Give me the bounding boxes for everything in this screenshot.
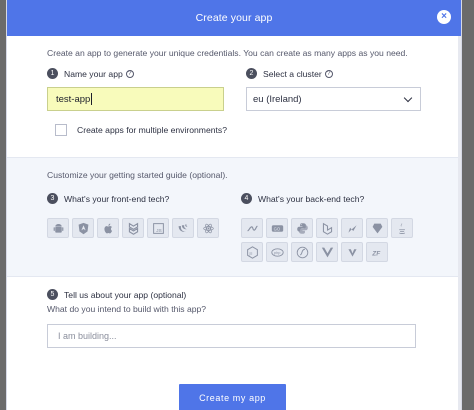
about-input[interactable]: I am building... <box>47 324 416 348</box>
step-number: 2 <box>246 68 257 79</box>
cluster-field-label: 2 Select a cluster ? <box>246 68 421 79</box>
zend-icon[interactable]: ZF <box>366 242 388 262</box>
scrollbar-track[interactable] <box>458 36 461 410</box>
intro-text: Create an app to generate your unique cr… <box>47 48 408 58</box>
svg-text:js: js <box>248 250 252 255</box>
angular-icon[interactable] <box>72 218 94 238</box>
svg-text:GO: GO <box>273 226 280 231</box>
multi-env-row: Create apps for multiple environments? <box>55 124 227 136</box>
jquery-icon[interactable] <box>172 218 194 238</box>
step-number: 1 <box>47 68 58 79</box>
guide-section: Customize your getting started guide (op… <box>7 157 461 277</box>
svg-text:ZF: ZF <box>371 250 381 257</box>
modal-header: Create your app × <box>7 0 461 36</box>
about-label: 5 Tell us about your app (optional) <box>47 289 421 300</box>
multi-env-label: Create apps for multiple environments? <box>77 125 227 135</box>
vue-icon[interactable] <box>316 242 338 262</box>
app-name-input[interactable]: test-app <box>47 87 224 111</box>
backend-tech-group: 4 What's your back-end tech? GO js php Z… <box>241 193 417 262</box>
backbone-icon[interactable] <box>122 218 144 238</box>
android-icon[interactable] <box>47 218 69 238</box>
php-icon[interactable]: php <box>266 242 288 262</box>
django-icon[interactable] <box>341 218 363 238</box>
about-label-text: Tell us about your app (optional) <box>64 289 187 300</box>
help-icon[interactable]: ? <box>125 69 134 78</box>
create-app-modal: Create your app × Create an app to gener… <box>6 0 462 410</box>
laravel-icon[interactable] <box>316 218 338 238</box>
name-label-text: Name your app <box>64 68 123 79</box>
javascript-icon[interactable]: JS <box>147 218 169 238</box>
rails-icon[interactable] <box>341 242 363 262</box>
about-section: 5 Tell us about your app (optional) What… <box>47 289 421 348</box>
backend-label-text: What's your back-end tech? <box>258 193 365 204</box>
modal-footer: Create my app <box>7 374 461 410</box>
svg-text:php: php <box>273 249 280 254</box>
name-cluster-row: 1 Name your app ? test-app 2 Select a cl… <box>47 68 421 111</box>
react-icon[interactable] <box>197 218 219 238</box>
cluster-label-text: Select a cluster <box>263 68 322 79</box>
dotnet-icon[interactable] <box>241 218 263 238</box>
guide-title: Customize your getting started guide (op… <box>47 170 228 180</box>
cluster-select[interactable]: eu (Ireland) <box>246 87 421 111</box>
create-app-button[interactable]: Create my app <box>179 384 286 410</box>
frontend-icons: JS <box>47 218 219 238</box>
symfony-icon[interactable] <box>291 242 313 262</box>
step-number: 3 <box>47 193 58 204</box>
chevron-down-icon <box>403 93 413 102</box>
frontend-tech-group: 3 What's your front-end tech? JS <box>47 193 219 238</box>
multi-env-checkbox[interactable] <box>55 124 67 136</box>
step-number: 4 <box>241 193 252 204</box>
about-subtitle: What do you intend to build with this ap… <box>47 304 207 314</box>
cluster-selected-value: eu (Ireland) <box>253 93 302 105</box>
java-icon[interactable] <box>391 218 413 238</box>
name-field-group: 1 Name your app ? test-app <box>47 68 224 111</box>
about-placeholder: I am building... <box>58 331 117 341</box>
frontend-label: 3 What's your front-end tech? <box>47 193 219 204</box>
close-icon[interactable]: × <box>437 10 451 24</box>
ruby-icon[interactable] <box>366 218 388 238</box>
help-icon[interactable]: ? <box>324 69 333 78</box>
apple-icon[interactable] <box>97 218 119 238</box>
svg-text:JS: JS <box>156 227 162 233</box>
text-caret <box>91 93 93 105</box>
modal-title: Create your app <box>195 12 273 24</box>
python-icon[interactable] <box>291 218 313 238</box>
name-field-label: 1 Name your app ? <box>47 68 222 79</box>
nodejs-icon[interactable]: js <box>241 242 263 262</box>
backend-label: 4 What's your back-end tech? <box>241 193 417 204</box>
cluster-field-group: 2 Select a cluster ? eu (Ireland) <box>246 68 421 111</box>
app-name-value: test-app <box>56 93 91 105</box>
go-icon[interactable]: GO <box>266 218 288 238</box>
step-number: 5 <box>47 289 58 300</box>
frontend-label-text: What's your front-end tech? <box>64 193 170 204</box>
backend-icons: GO js php ZF <box>241 218 417 262</box>
